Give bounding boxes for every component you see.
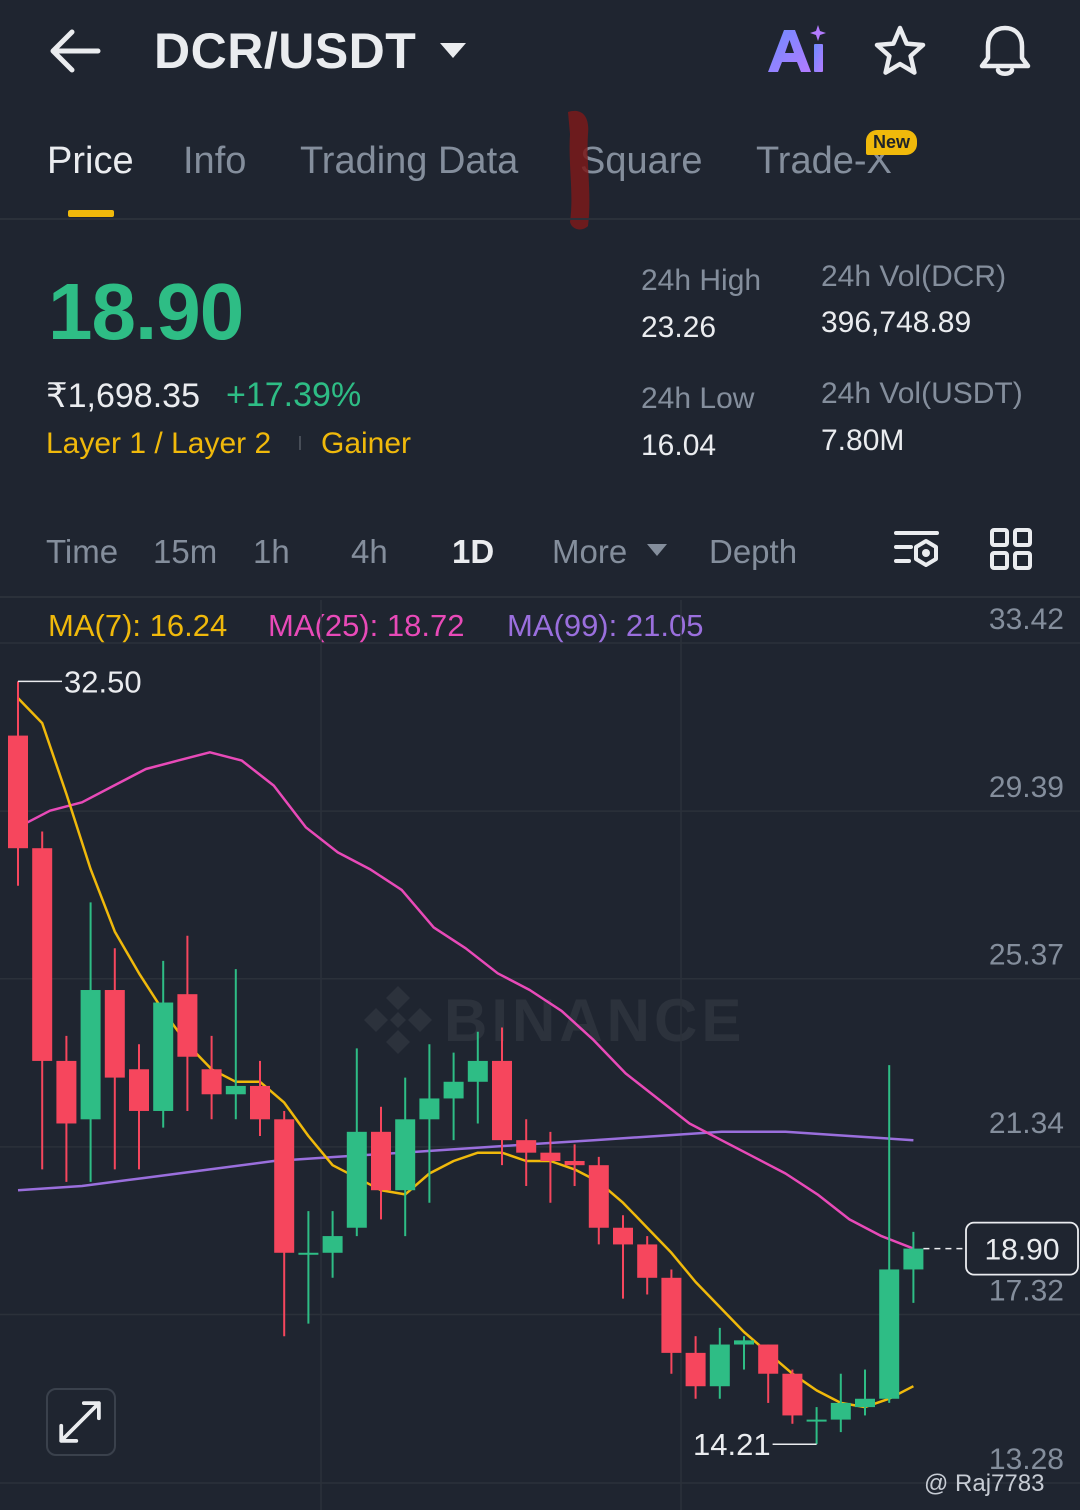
candle-down[interactable]: [661, 1277, 682, 1353]
interval-time[interactable]: Time: [46, 533, 118, 571]
candle-up[interactable]: [346, 1131, 367, 1228]
ma99-line: [17, 1130, 914, 1192]
y-axis-label: 33.42: [989, 603, 1064, 636]
candle-down[interactable]: [56, 1060, 77, 1124]
candle-up[interactable]: [298, 1252, 319, 1255]
interval-depth[interactable]: Depth: [709, 533, 797, 571]
candle-down[interactable]: [371, 1131, 391, 1191]
min-price-label: 14.21: [693, 1427, 771, 1462]
bell-icon[interactable]: [976, 22, 1034, 80]
candle-up[interactable]: [443, 1081, 464, 1099]
ai-icon[interactable]: [764, 22, 830, 78]
tab-divider: [0, 218, 1080, 220]
vol-base-label: 24h Vol(DCR): [821, 260, 1007, 293]
candle-down[interactable]: [637, 1244, 658, 1278]
interval-1h[interactable]: 1h: [253, 533, 290, 571]
candle-down[interactable]: [564, 1161, 585, 1166]
ma7-line: [17, 697, 914, 1409]
current-price-label: 18.90: [984, 1234, 1059, 1267]
vol-quote-label: 24h Vol(USDT): [821, 377, 1023, 410]
candle-up[interactable]: [395, 1119, 416, 1191]
candle-up[interactable]: [80, 990, 101, 1120]
candle-up[interactable]: [806, 1419, 827, 1422]
red-scribble-mark: [568, 110, 590, 230]
interval-more[interactable]: More: [552, 533, 627, 571]
more-caret-icon[interactable]: [646, 543, 668, 557]
max-price-label: 32.50: [64, 664, 142, 699]
interval-4h[interactable]: 4h: [351, 533, 388, 571]
candle-up[interactable]: [709, 1344, 730, 1387]
candle-down[interactable]: [250, 1085, 270, 1120]
back-arrow-icon[interactable]: [48, 28, 102, 74]
low-value: 16.04: [641, 429, 717, 462]
chart-divider: [0, 596, 1080, 598]
candle-up[interactable]: [830, 1402, 851, 1420]
ma25-line: [17, 751, 914, 1250]
candle-down[interactable]: [540, 1152, 561, 1162]
candle-down[interactable]: [8, 735, 28, 849]
y-axis-label: 17.32: [989, 1274, 1064, 1307]
tab-trading-data[interactable]: Trading Data: [300, 140, 518, 183]
candle-down[interactable]: [201, 1069, 222, 1095]
y-axis-label: 21.34: [989, 1107, 1064, 1140]
interval-15m[interactable]: 15m: [153, 533, 217, 571]
candle-down[interactable]: [685, 1352, 706, 1387]
candle-down[interactable]: [492, 1060, 512, 1141]
y-axis-label: 25.37: [989, 939, 1064, 972]
candle-up[interactable]: [153, 1002, 174, 1111]
tag-separator: [299, 436, 301, 450]
fullscreen-button[interactable]: [46, 1388, 116, 1456]
candle-up[interactable]: [419, 1098, 440, 1120]
candle-down[interactable]: [32, 848, 53, 1061]
chart-settings-icon[interactable]: [893, 528, 941, 572]
tag-layer[interactable]: Layer 1 / Layer 2: [46, 427, 271, 461]
layout-grid-icon[interactable]: [988, 526, 1034, 572]
high-label: 24h High: [641, 264, 762, 297]
fiat-price: ₹1,698.35: [46, 377, 200, 415]
tab-info[interactable]: Info: [183, 140, 246, 183]
expand-icon: [59, 1401, 101, 1443]
tag-gainer[interactable]: Gainer: [321, 427, 411, 461]
candle-down[interactable]: [613, 1227, 633, 1245]
candle-up[interactable]: [855, 1398, 875, 1408]
candle-down[interactable]: [104, 990, 125, 1078]
new-badge: New: [866, 130, 918, 155]
low-label: 24h Low: [641, 382, 755, 415]
candle-down[interactable]: [782, 1373, 803, 1416]
candle-down[interactable]: [177, 994, 198, 1057]
candle-up[interactable]: [322, 1236, 343, 1253]
candle-down[interactable]: [274, 1119, 295, 1253]
candle-down[interactable]: [588, 1165, 609, 1228]
candle-down[interactable]: [758, 1344, 779, 1374]
candle-up[interactable]: [879, 1269, 900, 1399]
pair-title[interactable]: DCR/USDT: [154, 22, 416, 80]
candle-up[interactable]: [734, 1340, 754, 1345]
credit-watermark: @ Raj7783: [924, 1470, 1045, 1497]
candle-down[interactable]: [516, 1140, 537, 1153]
star-icon[interactable]: [872, 24, 928, 78]
y-axis-label: 29.39: [989, 771, 1064, 804]
interval-1d[interactable]: 1D: [452, 533, 494, 571]
active-tab-indicator: [68, 210, 114, 217]
candle-up[interactable]: [225, 1085, 246, 1095]
tab-price[interactable]: Price: [47, 140, 134, 183]
candle-up[interactable]: [467, 1060, 488, 1082]
change-percent: +17.39%: [226, 376, 362, 414]
candle-up[interactable]: [903, 1248, 924, 1270]
dropdown-caret-icon[interactable]: [438, 40, 468, 60]
vol-quote-value: 7.80M: [821, 424, 905, 457]
last-price: 18.90: [48, 267, 244, 356]
candle-down[interactable]: [129, 1069, 149, 1111]
vol-base-value: 396,748.89: [821, 306, 972, 339]
candlestick-chart[interactable]: 33.4229.3925.3721.3417.3213.2832.5014.21…: [0, 600, 1080, 1510]
high-value: 23.26: [641, 311, 717, 344]
